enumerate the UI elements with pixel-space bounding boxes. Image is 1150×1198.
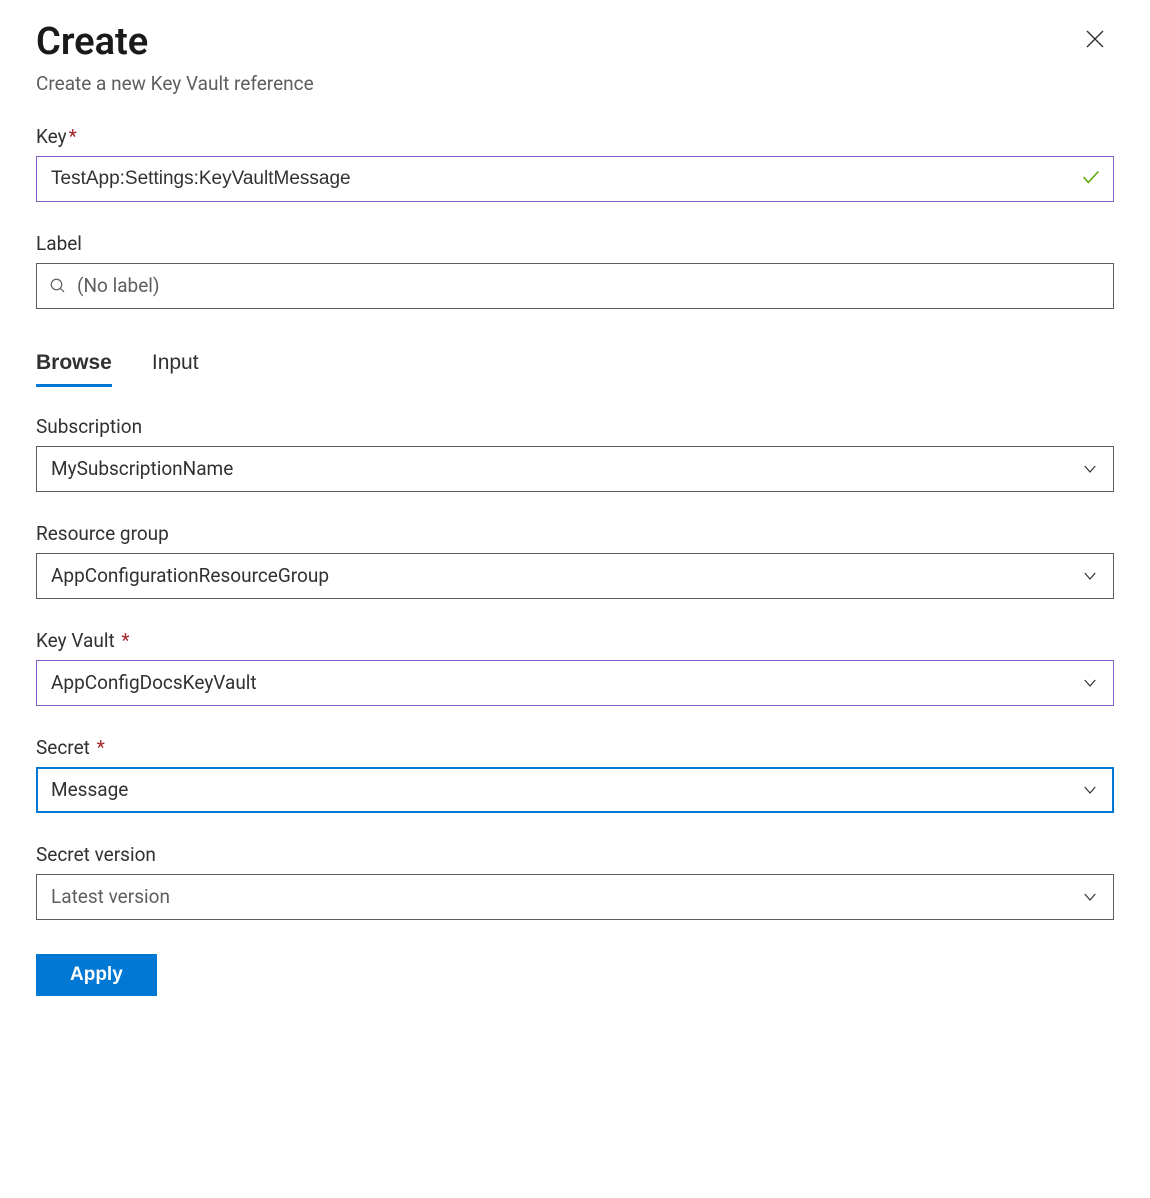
resource-group-select[interactable]: AppConfigurationResourceGroup [36, 553, 1114, 599]
secret-value: Message [51, 778, 128, 801]
page-title: Create [36, 20, 314, 66]
secret-label: Secret * [36, 736, 1114, 759]
search-icon [49, 277, 67, 295]
secret-select[interactable]: Message [36, 767, 1114, 813]
key-vault-value: AppConfigDocsKeyVault [51, 671, 257, 694]
page-subtitle: Create a new Key Vault reference [36, 72, 314, 95]
label-placeholder: (No label) [77, 274, 160, 297]
tab-input[interactable]: Input [152, 345, 199, 385]
subscription-label: Subscription [36, 415, 1114, 438]
label-input-wrapper: (No label) [36, 263, 1114, 309]
key-label: Key* [36, 125, 1114, 148]
subscription-value: MySubscriptionName [51, 457, 233, 480]
required-marker: * [117, 629, 130, 652]
secret-version-select[interactable]: Latest version [36, 874, 1114, 920]
label-label: Label [36, 232, 1114, 255]
key-label-text: Key [36, 125, 67, 148]
key-input-wrapper [36, 156, 1114, 202]
chevron-down-icon [1081, 460, 1099, 478]
key-vault-label: Key Vault * [36, 629, 1114, 652]
secret-label-text: Secret [36, 736, 90, 759]
checkmark-icon [1080, 166, 1102, 192]
required-marker: * [69, 125, 77, 148]
chevron-down-icon [1081, 674, 1099, 692]
apply-button[interactable]: Apply [36, 954, 157, 996]
resource-group-label: Resource group [36, 522, 1114, 545]
close-icon [1084, 28, 1106, 50]
chevron-down-icon [1081, 781, 1099, 799]
subscription-select[interactable]: MySubscriptionName [36, 446, 1114, 492]
label-input[interactable]: (No label) [36, 263, 1114, 309]
key-vault-select[interactable]: AppConfigDocsKeyVault [36, 660, 1114, 706]
required-marker: * [92, 736, 105, 759]
resource-group-value: AppConfigurationResourceGroup [51, 564, 329, 587]
chevron-down-icon [1081, 567, 1099, 585]
key-vault-label-text: Key Vault [36, 629, 115, 652]
tabs: Browse Input [36, 345, 1114, 385]
secret-version-value: Latest version [51, 885, 170, 908]
close-button[interactable] [1076, 20, 1114, 58]
tab-browse[interactable]: Browse [36, 345, 112, 385]
key-input[interactable] [36, 156, 1114, 202]
chevron-down-icon [1081, 888, 1099, 906]
secret-version-label: Secret version [36, 843, 1114, 866]
